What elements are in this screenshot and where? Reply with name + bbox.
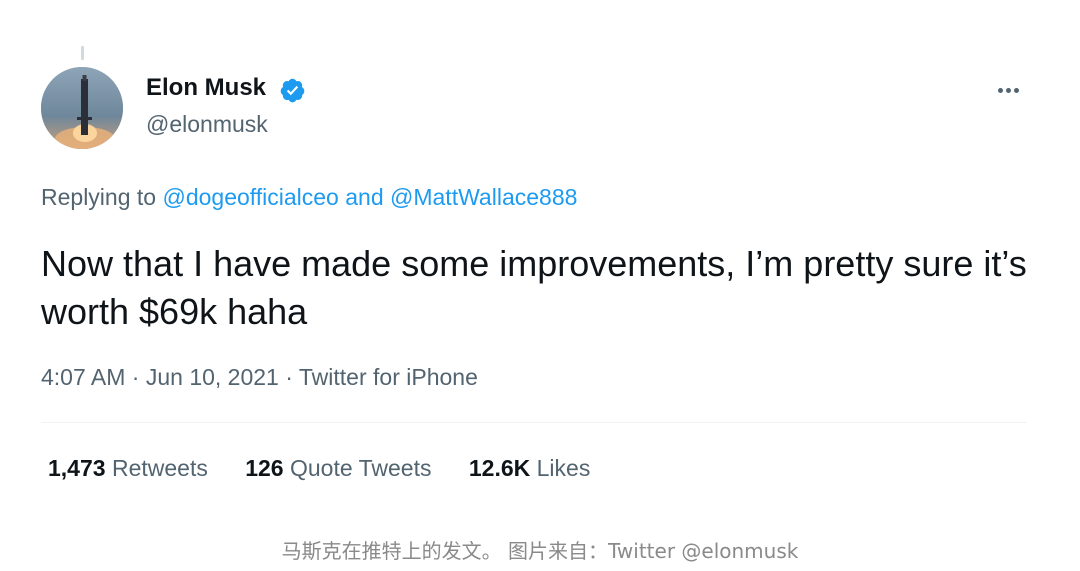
- avatar[interactable]: [41, 67, 123, 149]
- tweet-time-link[interactable]: 4:07 AM: [41, 364, 125, 390]
- meta-separator: ·: [285, 364, 293, 390]
- author-handle[interactable]: @elonmusk: [146, 111, 268, 138]
- more-dot: [1005, 87, 1011, 93]
- replying-conjunction: and: [345, 184, 384, 210]
- quote-tweets-stat-link[interactable]: 126 Quote Tweets: [245, 455, 431, 482]
- likes-count: 12.6K: [468, 455, 531, 481]
- divider: [41, 422, 1027, 423]
- mention-dogeofficialceo-link[interactable]: @dogeofficialceo: [162, 184, 338, 210]
- more-options-icon[interactable]: [990, 76, 1026, 104]
- tweet-body-text: Now that I have made some improvements, …: [41, 243, 1027, 332]
- mention-mattwallace888-link[interactable]: @MattWallace888: [390, 184, 577, 210]
- likes-stat-link[interactable]: 12.6K Likes: [469, 455, 590, 482]
- image-caption: 马斯克在推特上的发文。 图片来自：Twitter @elonmusk: [281, 539, 799, 563]
- quote-tweets-label: Quote Tweets: [289, 455, 432, 481]
- tweet-meta: 4:07 AM · Jun 10, 2021 · Twitter for iPh…: [41, 364, 478, 391]
- retweets-count: 1,473: [48, 455, 106, 481]
- thread-connector-line: [81, 46, 84, 60]
- tweet-card: Elon Musk @elonmusk Replying to @dogeoff…: [0, 0, 1080, 500]
- tweet-source-link[interactable]: Twitter for iPhone: [299, 364, 478, 390]
- more-dot: [997, 87, 1003, 93]
- tweet-date-link[interactable]: Jun 10, 2021: [146, 364, 279, 390]
- author-display-name[interactable]: Elon Musk: [146, 74, 266, 102]
- replying-to-prefix: Replying to: [41, 184, 157, 210]
- meta-separator: ·: [131, 364, 140, 390]
- replying-to-line: Replying to @dogeofficialceo and @MattWa…: [41, 184, 577, 211]
- quote-tweets-count: 126: [245, 455, 284, 481]
- retweets-stat-link[interactable]: 1,473 Retweets: [48, 455, 208, 482]
- more-dot: [1013, 87, 1019, 93]
- rocket-launch-avatar-image: [41, 67, 123, 149]
- retweets-label: Retweets: [111, 455, 208, 481]
- verified-badge-icon: [280, 78, 305, 103]
- engagement-stats: 1,473 Retweets 126 Quote Tweets 12.6K Li…: [48, 455, 621, 482]
- likes-label: Likes: [536, 455, 591, 481]
